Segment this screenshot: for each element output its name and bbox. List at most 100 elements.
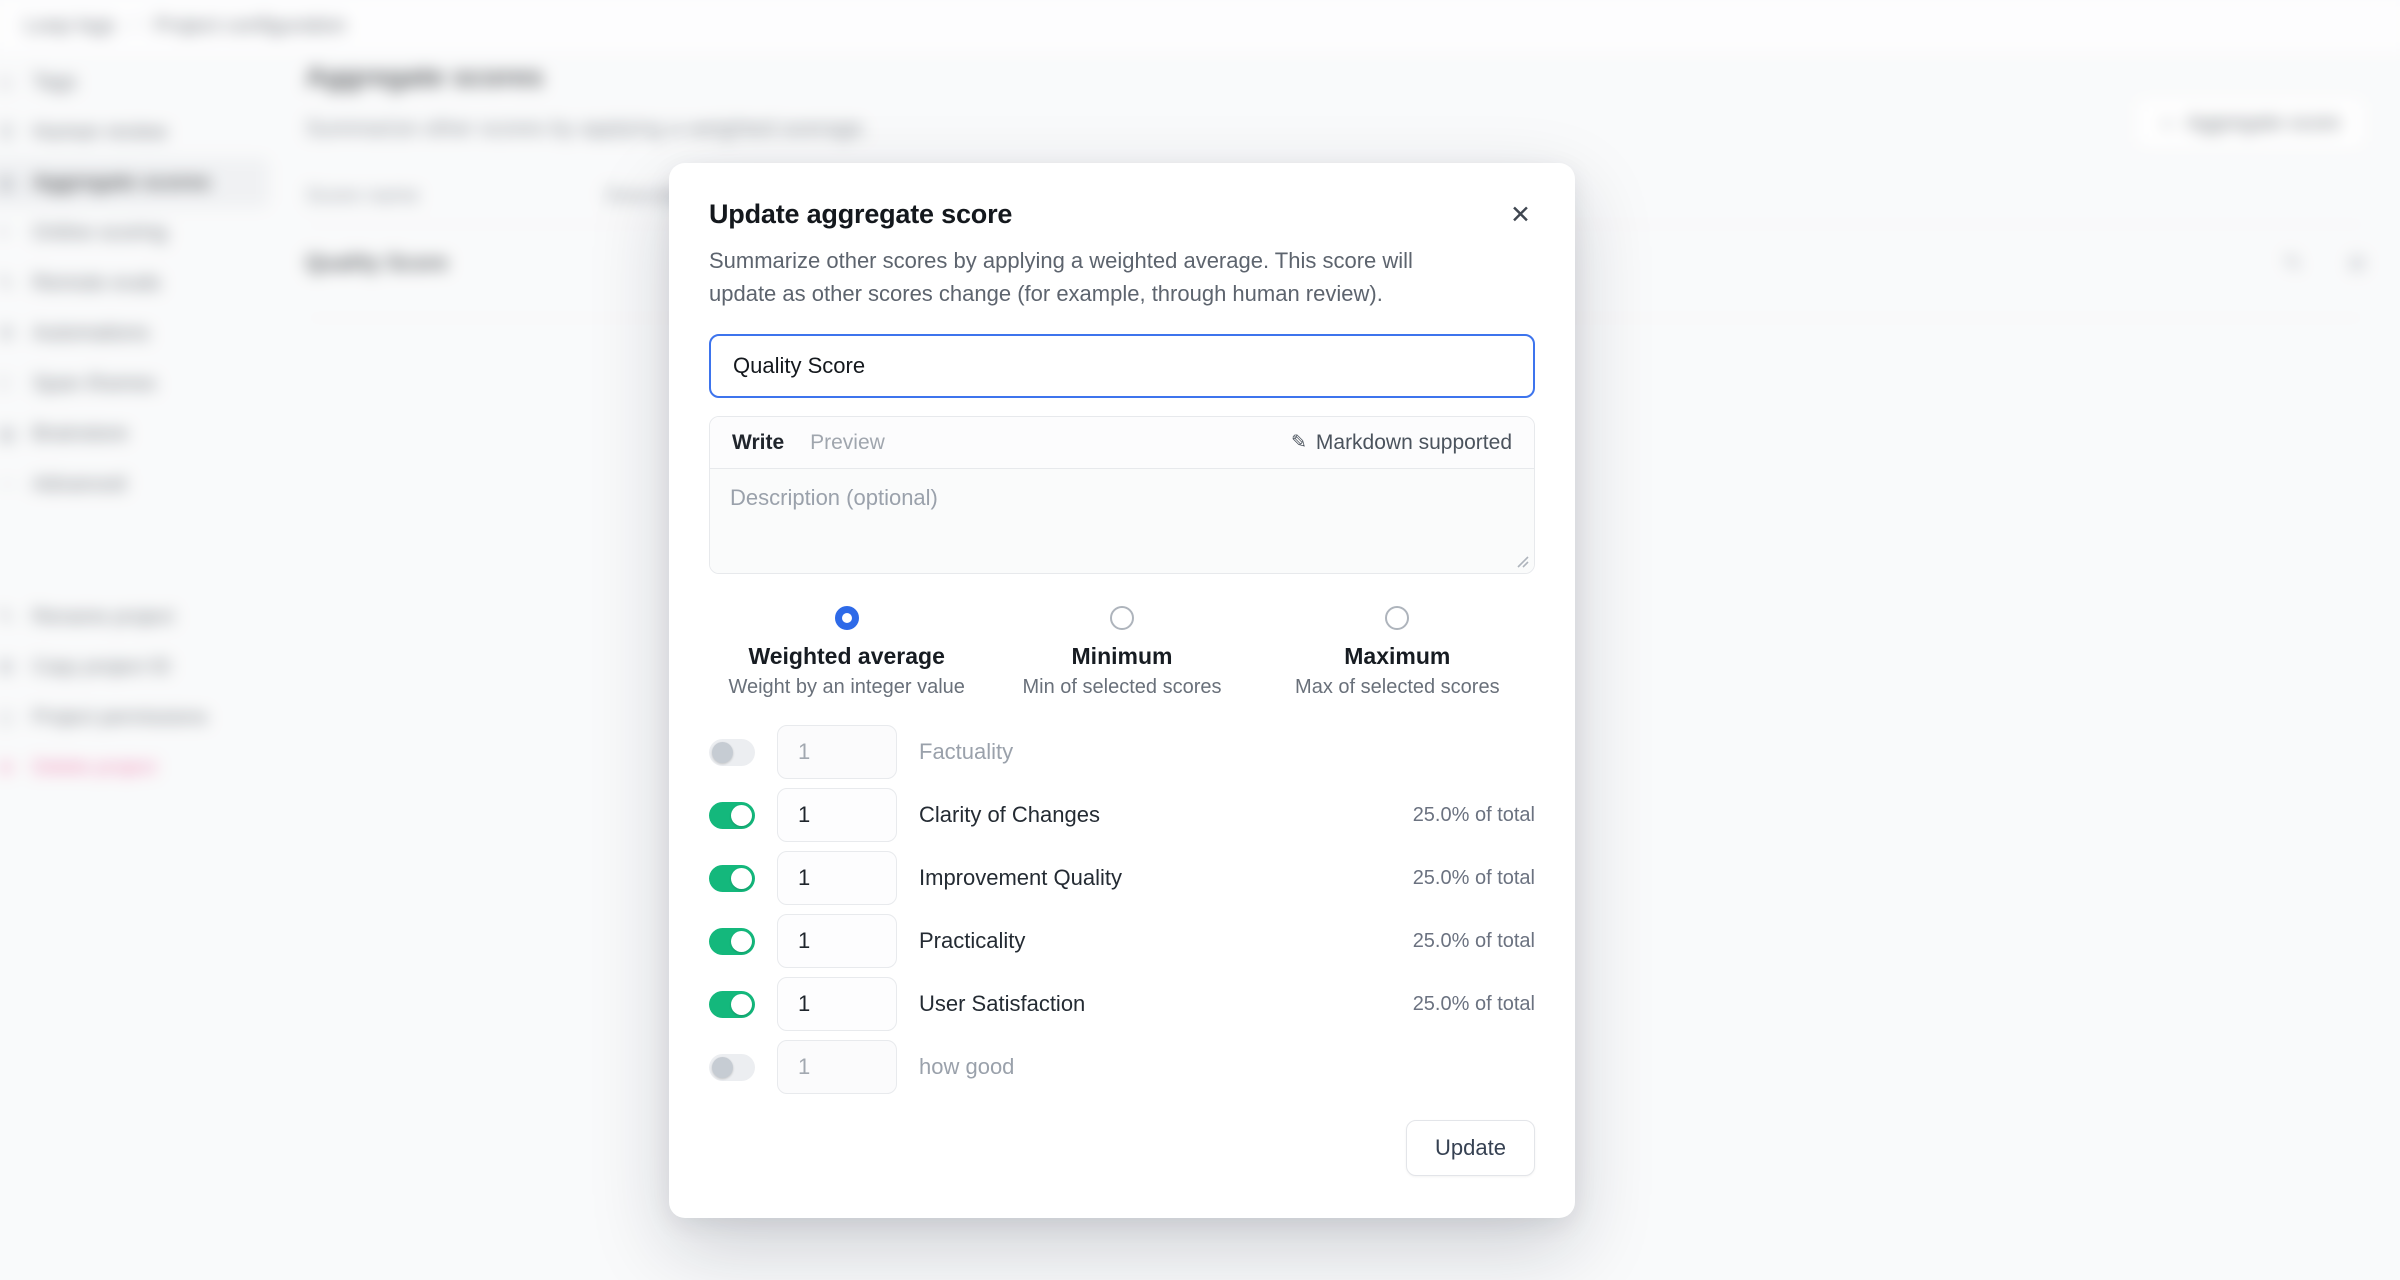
markdown-note-label: Markdown supported <box>1316 431 1512 455</box>
page-title: Aggregate scores <box>306 61 2366 93</box>
weight-input[interactable] <box>777 977 897 1031</box>
radio-icon[interactable] <box>835 606 859 630</box>
sidebar-item-online-scoring[interactable]: ≈Online scoring <box>0 208 269 258</box>
sidebar-item-label: Rename project <box>32 605 174 628</box>
column-score-name: Score name <box>306 184 605 208</box>
mode-label: Minimum <box>1072 643 1173 670</box>
page-subtitle: Summarize other scores by applying a wei… <box>306 115 2366 141</box>
mode-options: Weighted average Weight by an integer val… <box>709 606 1535 699</box>
sidebar-item-copy-project-id[interactable]: ⊞Copy project ID <box>0 642 269 692</box>
mode-option-minimum[interactable]: Minimum Min of selected scores <box>984 606 1259 699</box>
span-iframes-icon: □ <box>0 373 32 395</box>
score-share: 25.0% of total <box>1413 993 1535 1016</box>
add-aggregate-score-button[interactable]: + Aggregate score <box>2135 97 2366 149</box>
sidebar-item-aggregate-scores[interactable]: ◎Aggregate scores <box>0 158 269 208</box>
tag-icon: ◇ <box>0 71 32 94</box>
mode-option-weighted-average[interactable]: Weighted average Weight by an integer val… <box>709 606 984 699</box>
sidebar-item-span-iframes[interactable]: □Span iframes <box>0 359 269 409</box>
score-label: Clarity of Changes <box>919 802 1100 828</box>
sidebar-item-delete-project[interactable]: ⊘Delete project <box>0 743 269 793</box>
score-row: Practicality25.0% of total <box>709 914 1535 968</box>
top-bar: Loop logs / Project configuration <box>0 0 2400 55</box>
sidebar-item-automations[interactable]: ⚙Automations <box>0 308 269 358</box>
resize-handle-icon[interactable] <box>1513 552 1529 568</box>
score-label: how good <box>919 1054 1014 1080</box>
sidebar-item-label: Aggregate scores <box>32 171 210 195</box>
breadcrumb-project[interactable]: Loop logs <box>24 13 116 37</box>
add-aggregate-score-label: Aggregate score <box>2186 111 2341 135</box>
trash-icon: ⊘ <box>0 756 32 779</box>
sidebar-nav: ◇Tags☰Human review◎Aggregate scores≈Onli… <box>0 57 269 509</box>
score-toggle[interactable] <box>709 991 755 1018</box>
update-aggregate-score-modal: Update aggregate score ✕ Summarize other… <box>669 163 1575 1218</box>
score-toggle[interactable] <box>709 928 755 955</box>
sidebar-item-label: Online scoring <box>32 221 167 245</box>
radio-icon[interactable] <box>1385 606 1409 630</box>
score-share: 25.0% of total <box>1413 804 1535 827</box>
remote-evals-icon: ✎ <box>0 272 32 295</box>
human-review-icon: ☰ <box>0 121 32 144</box>
toggle-knob-icon <box>731 994 752 1015</box>
weight-input[interactable] <box>777 725 897 779</box>
update-button[interactable]: Update <box>1406 1120 1535 1176</box>
mode-sublabel: Weight by an integer value <box>728 676 964 699</box>
tab-preview[interactable]: Preview <box>810 431 885 455</box>
brainstore-icon: ▤ <box>0 422 32 445</box>
score-toggle[interactable] <box>709 802 755 829</box>
modal-description: Summarize other scores by applying a wei… <box>709 244 1535 310</box>
toggle-knob-icon <box>712 742 733 763</box>
sidebar-item-label: Project permissions <box>32 706 207 729</box>
edit-icon[interactable]: ✎ <box>2284 251 2302 276</box>
sidebar-item-remote-evals[interactable]: ✎Remote evals <box>0 258 269 308</box>
permissions-icon: ◻ <box>0 706 32 729</box>
sidebar-item-label: Copy project ID <box>32 656 171 679</box>
sidebar-item-advanced[interactable]: ⋯Advanced <box>0 459 269 509</box>
sidebar-item-project-permissions[interactable]: ◻Project permissions <box>0 692 269 742</box>
plus-icon: + <box>2160 110 2174 137</box>
weight-input[interactable] <box>777 851 897 905</box>
modal-title: Update aggregate score <box>709 199 1012 230</box>
toggle-knob-icon <box>712 1057 733 1078</box>
automations-icon: ⚙ <box>0 322 32 345</box>
markdown-note: ✎ Markdown supported <box>1291 431 1512 455</box>
score-name-input[interactable] <box>709 334 1535 398</box>
description-textarea[interactable] <box>710 469 1534 573</box>
sidebar-item-tags[interactable]: ◇Tags <box>0 57 269 107</box>
copy-icon: ⊞ <box>0 656 32 679</box>
score-row: Improvement Quality 25.0% of total <box>709 851 1535 905</box>
weight-input[interactable] <box>777 1040 897 1094</box>
score-toggle[interactable] <box>709 739 755 766</box>
sidebar-item-rename-project[interactable]: ✎Rename project <box>0 592 269 642</box>
toggle-knob-icon <box>731 931 752 952</box>
score-label: User Satisfaction <box>919 991 1085 1017</box>
mode-label: Weighted average <box>748 643 944 670</box>
sidebar-item-brainstore[interactable]: ▤Brainstore <box>0 409 269 459</box>
breadcrumb-page[interactable]: Project configuration <box>154 13 346 37</box>
tab-write[interactable]: Write <box>732 431 784 455</box>
weight-input[interactable] <box>777 788 897 842</box>
score-share: 25.0% of total <box>1413 867 1535 890</box>
online-scoring-icon: ≈ <box>0 222 32 244</box>
close-icon[interactable]: ✕ <box>1506 199 1535 232</box>
mode-sublabel: Max of selected scores <box>1295 676 1500 699</box>
score-toggle[interactable] <box>709 1054 755 1081</box>
score-row: how good <box>709 1040 1535 1094</box>
sidebar-item-label: Automations <box>32 321 149 345</box>
toggle-knob-icon <box>731 805 752 826</box>
sidebar-item-human-review[interactable]: ☰Human review <box>0 107 269 157</box>
trash-icon[interactable]: ⊘ <box>2348 251 2366 276</box>
sidebar-item-label: Remote evals <box>32 271 161 295</box>
sidebar-item-label: Brainstore <box>32 422 128 446</box>
score-toggle[interactable] <box>709 865 755 892</box>
advanced-icon: ⋯ <box>0 473 32 496</box>
score-name-cell: Quality Score <box>306 250 449 276</box>
score-row: User Satisfaction 25.0% of total <box>709 977 1535 1031</box>
mode-sublabel: Min of selected scores <box>1023 676 1222 699</box>
radio-icon[interactable] <box>1110 606 1134 630</box>
sidebar-footer: ✎Rename project⊞Copy project ID◻Project … <box>0 592 269 793</box>
breadcrumb-separator: / <box>132 13 138 37</box>
description-editor: Write Preview ✎ Markdown supported <box>709 416 1535 574</box>
mode-option-maximum[interactable]: MaximumMax of selected scores <box>1260 606 1535 699</box>
weight-input[interactable] <box>777 914 897 968</box>
score-label: Improvement Quality <box>919 865 1122 891</box>
